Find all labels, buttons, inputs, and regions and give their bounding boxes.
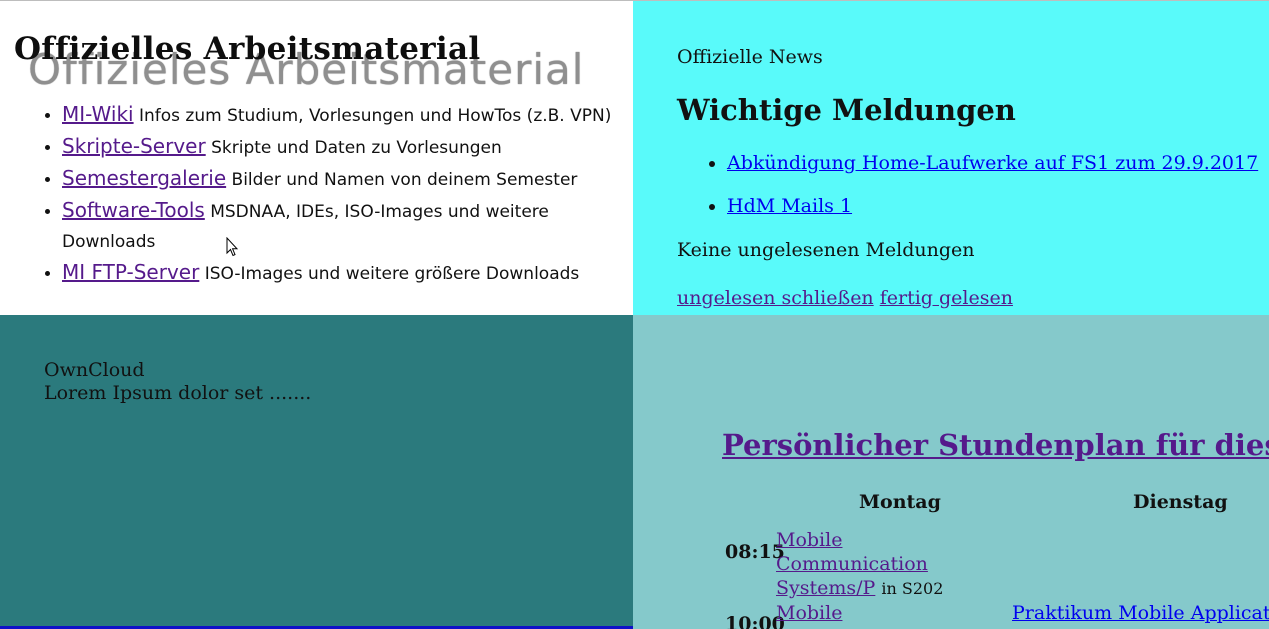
course-cell: Mobile Communication Systems/P in S202 xyxy=(776,528,976,601)
software-tools-link[interactable]: Software-Tools xyxy=(62,198,205,222)
day-header-monday: Montag xyxy=(859,491,941,513)
news-list: Abkündigung Home-Laufwerke auf FS1 zum 2… xyxy=(677,151,1258,237)
mi-wiki-link[interactable]: MI-Wiki xyxy=(62,102,134,126)
material-list: MI-Wiki Infos zum Studium, Vorlesungen u… xyxy=(0,99,627,289)
news-link[interactable]: HdM Mails 1 xyxy=(727,195,852,217)
owncloud-text: Lorem Ipsum dolor set ....... xyxy=(44,382,312,404)
list-item: MI FTP-Server ISO-Images und weitere grö… xyxy=(62,257,627,289)
course-cell: Mobile Communication xyxy=(776,601,976,629)
list-item: MI-Wiki Infos zum Studium, Vorlesungen u… xyxy=(62,99,627,131)
mouse-cursor-icon xyxy=(226,237,238,257)
news-item: Abkündigung Home-Laufwerke auf FS1 zum 2… xyxy=(727,151,1258,175)
ftp-server-link[interactable]: MI FTP-Server xyxy=(62,260,199,284)
schedule-title: Persönlicher Stundenplan für diese Woche xyxy=(722,428,1269,462)
course-link[interactable]: Mobile Communication xyxy=(776,602,928,629)
list-item: Software-Tools MSDNAA, IDEs, ISO-Images … xyxy=(62,195,627,257)
list-item-desc: Infos zum Studium, Vorlesungen und HowTo… xyxy=(133,106,612,126)
course-link[interactable]: Praktikum Mobile Applications/P xyxy=(1012,602,1269,624)
list-item: Skripte-Server Skripte und Daten zu Vorl… xyxy=(62,131,627,163)
course-cell: Praktikum Mobile Applications/P xyxy=(1012,601,1269,625)
owncloud-panel: OwnCloud Lorem Ipsum dolor set ....... xyxy=(0,315,633,629)
material-title-text: Offizielles Arbeitsmaterial xyxy=(14,31,481,67)
news-actions: ungelesen schließen fertig gelesen xyxy=(677,287,1013,309)
day-header-tuesday: Dienstag xyxy=(1133,491,1228,513)
semestergalerie-link[interactable]: Semestergalerie xyxy=(62,166,226,190)
news-link[interactable]: Abkündigung Home-Laufwerke auf FS1 zum 2… xyxy=(727,152,1258,174)
schedule-panel: Persönlicher Stundenplan für diese Woche… xyxy=(633,315,1269,629)
list-item-desc: ISO-Images und weitere größere Downloads xyxy=(199,264,580,284)
mark-read-link[interactable]: fertig gelesen xyxy=(880,287,1013,309)
schedule-title-link[interactable]: Persönlicher Stundenplan für diese Woche xyxy=(722,428,1269,462)
list-item-desc: Skripte und Daten zu Vorlesungen xyxy=(205,138,502,158)
material-panel: Offizieles Arbeitsmaterial Offizielles A… xyxy=(0,1,633,315)
list-item-desc: Bilder und Namen von deinem Semester xyxy=(226,170,578,190)
news-empty-text: Keine ungelesenen Meldungen xyxy=(677,239,975,261)
list-item: Semestergalerie Bilder und Namen von dei… xyxy=(62,163,627,195)
skripte-server-link[interactable]: Skripte-Server xyxy=(62,134,206,158)
news-item: HdM Mails 1 xyxy=(727,194,1258,218)
owncloud-title: OwnCloud xyxy=(44,359,145,381)
news-heading: Wichtige Meldungen xyxy=(677,93,1016,127)
news-panel: Offizielle News Wichtige Meldungen Abkün… xyxy=(633,1,1269,315)
close-unread-link[interactable]: ungelesen schließen xyxy=(677,287,874,309)
material-title: Offizieles Arbeitsmaterial Offizielles A… xyxy=(14,31,583,94)
room-label: in S202 xyxy=(881,579,944,598)
news-label: Offizielle News xyxy=(677,46,823,68)
